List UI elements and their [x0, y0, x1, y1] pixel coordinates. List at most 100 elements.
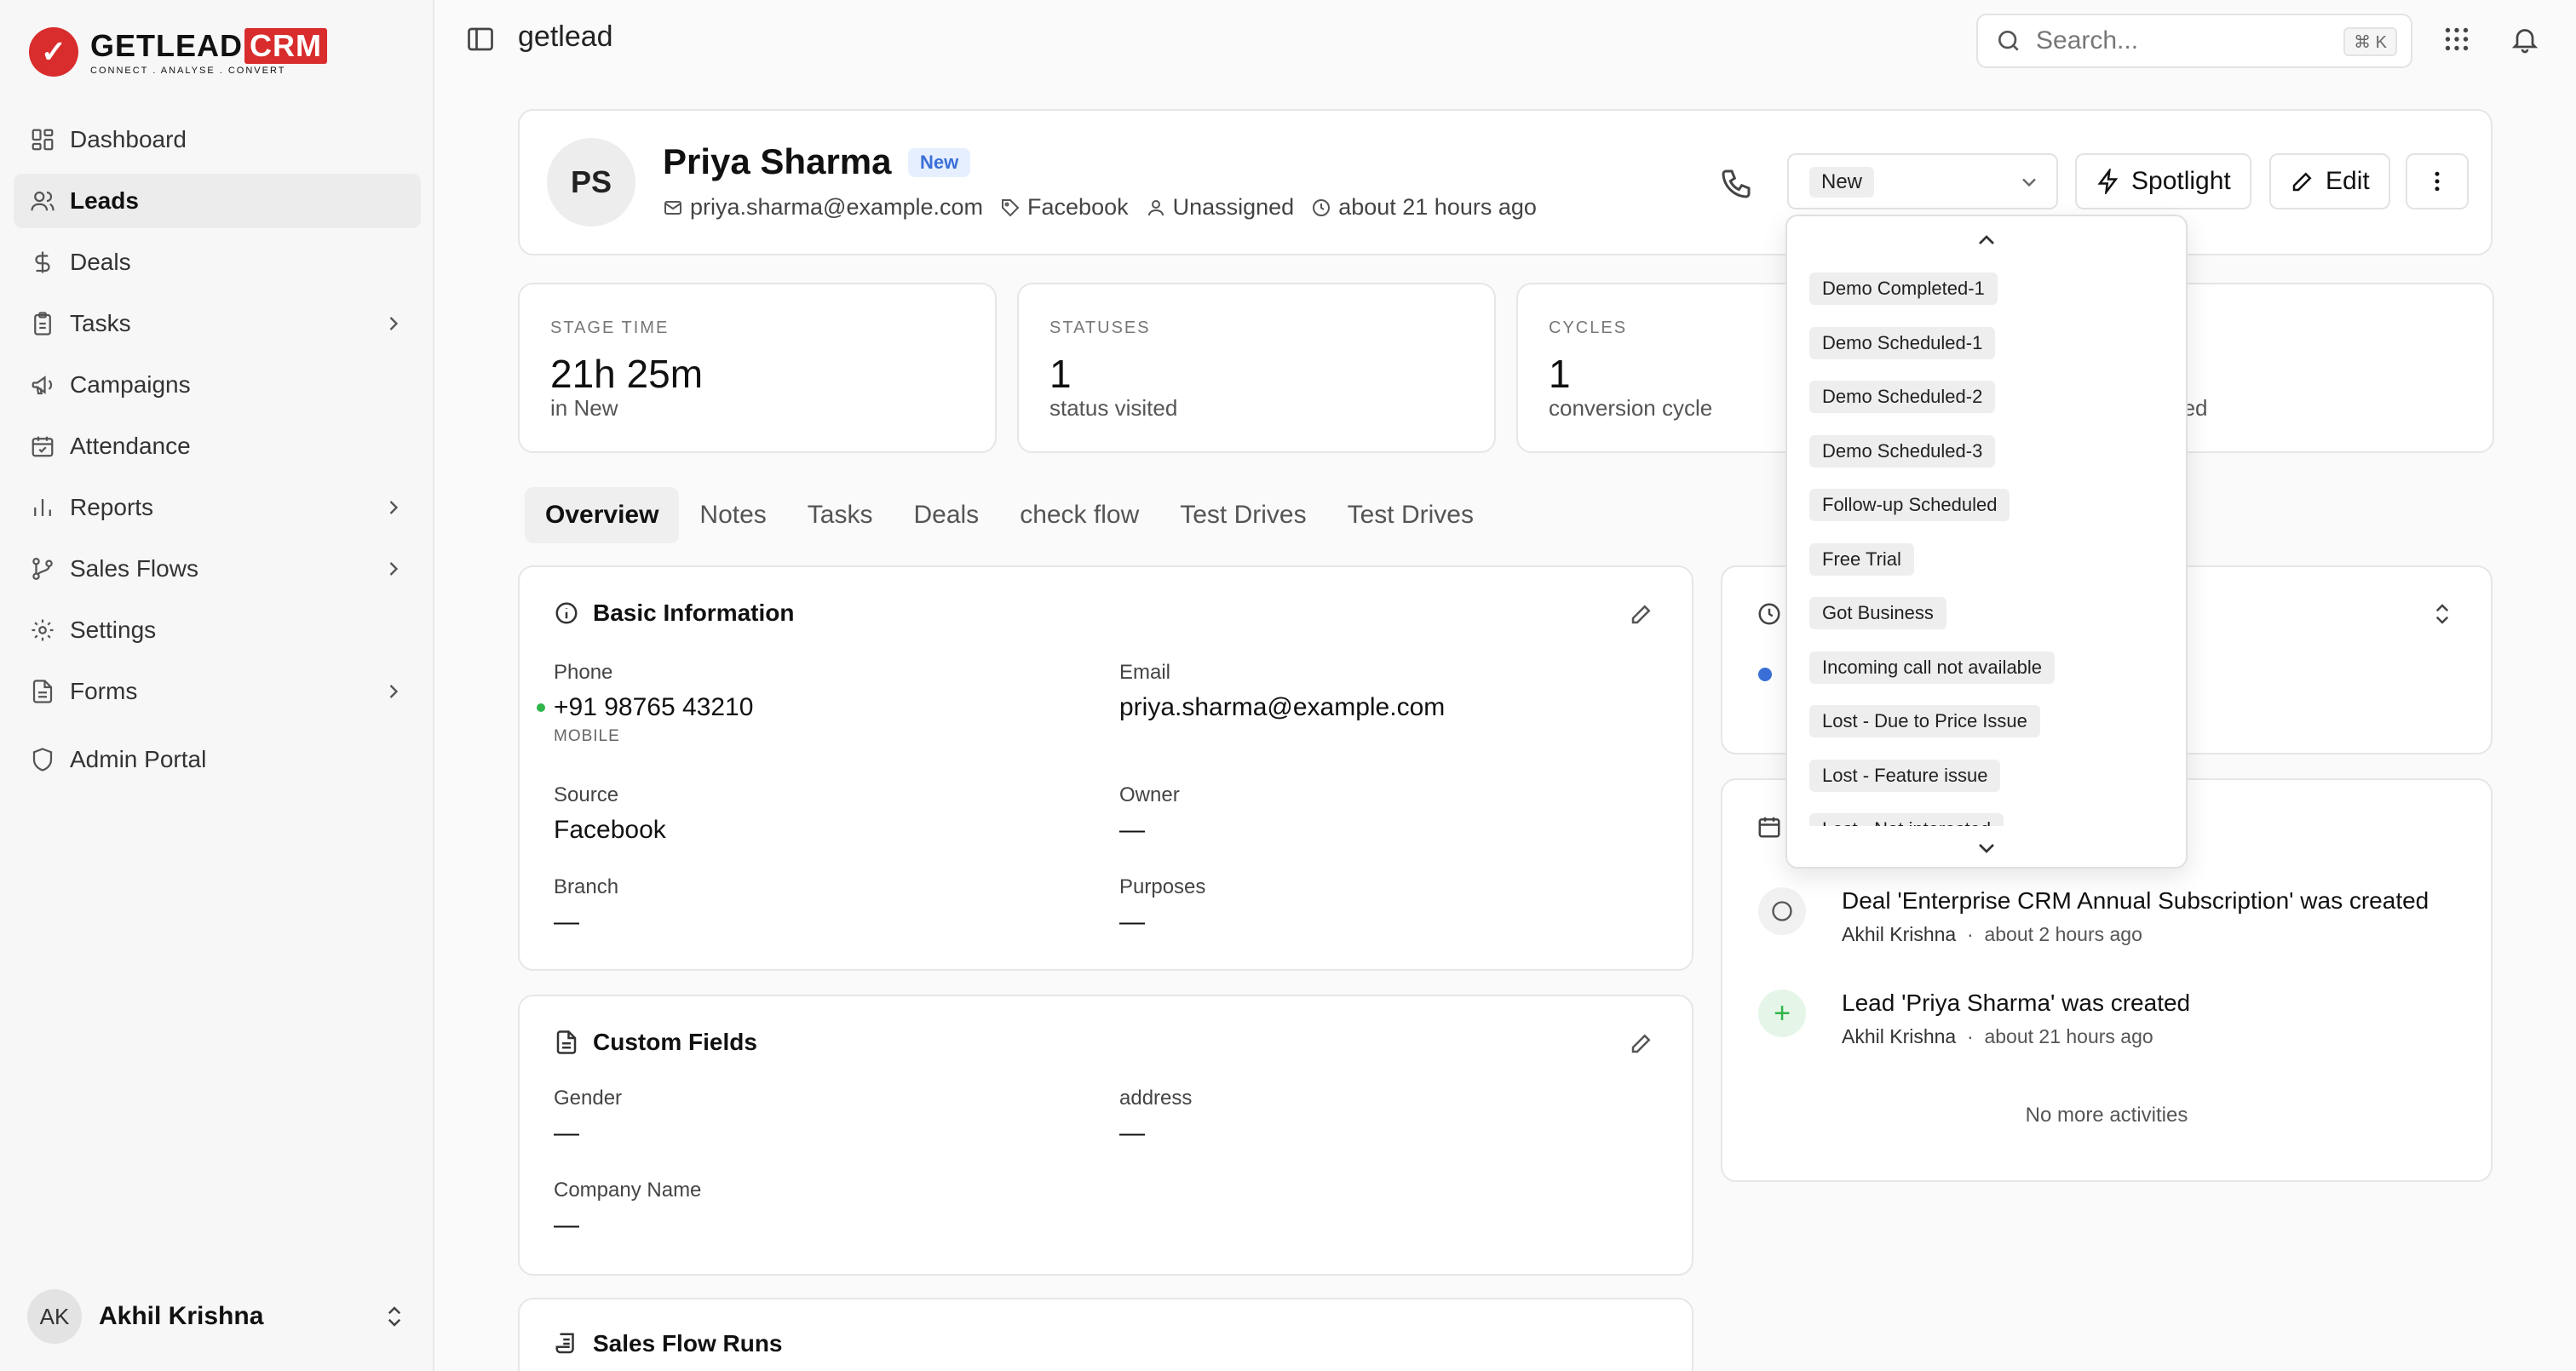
lead-email[interactable]: priya.sharma@example.com — [690, 194, 983, 221]
sidebar-item-label: Attendance — [70, 433, 191, 459]
sidebar-item-label: Leads — [70, 187, 139, 214]
tab-tasks[interactable]: Tasks — [787, 487, 894, 543]
status-select[interactable]: New — [1787, 153, 2058, 209]
user-icon — [1147, 199, 1164, 215]
sales-flow-runs-card: Sales Flow Runs — [518, 1298, 1693, 1371]
sidebar-item-sales-flows[interactable]: Sales Flows — [14, 542, 421, 596]
stat-sub: in New — [550, 395, 618, 421]
field-value: — — [554, 908, 579, 936]
chevron-down-icon[interactable] — [1973, 835, 2000, 862]
activity-title: Lead 'Priya Sharma' was created — [1842, 990, 2191, 1016]
field-value[interactable]: +91 98765 43210 — [554, 693, 753, 722]
page-title: getlead — [518, 20, 613, 53]
field-label: Email — [1119, 661, 1171, 684]
chevron-right-icon — [389, 501, 399, 514]
sidebar-item-label: Campaigns — [70, 371, 191, 398]
git-branch-icon — [29, 555, 56, 582]
sidebar-toggle-icon[interactable] — [465, 24, 496, 54]
avatar: AK — [27, 1289, 82, 1344]
phone-icon[interactable] — [1719, 167, 1753, 201]
status-option[interactable]: Demo Completed-1 — [1809, 272, 2176, 305]
basic-information-card: Basic Information Phone +91 98765 43210 … — [518, 565, 1693, 971]
sidebar-item-forms[interactable]: Forms — [14, 664, 421, 719]
shield-icon — [29, 746, 56, 773]
tab-check-flow[interactable]: check flow — [999, 487, 1159, 543]
apps-grid-icon[interactable] — [2441, 24, 2472, 54]
tab-test-drives-2[interactable]: Test Drives — [1327, 487, 1494, 543]
tab-overview[interactable]: Overview — [525, 487, 680, 543]
brand-logo[interactable]: ✓ GETLEAD CRM CONNECT . ANALYSE . CONVERT — [29, 27, 327, 77]
bar-chart-icon — [29, 494, 56, 521]
spotlight-label: Spotlight — [2131, 167, 2231, 195]
sidebar-item-leads[interactable]: Leads — [14, 174, 421, 228]
field-label: Purposes — [1119, 875, 1206, 898]
field-value[interactable]: priya.sharma@example.com — [1119, 693, 1445, 722]
timeline-dot — [1758, 668, 1772, 681]
field-value: — — [1119, 1119, 1145, 1147]
plus-icon: + — [1758, 990, 1806, 1037]
status-option[interactable]: Demo Scheduled-2 — [1809, 381, 2176, 413]
stat-value: 1 — [1049, 352, 1072, 396]
more-button[interactable] — [2406, 153, 2469, 209]
document-icon — [556, 1030, 577, 1054]
field-label: Source — [554, 783, 619, 806]
field-value: — — [1119, 816, 1145, 844]
search-icon — [1998, 31, 2019, 51]
user-menu[interactable]: AK Akhil Krishna — [27, 1288, 407, 1345]
shortcut-hint: ⌘ K — [2343, 27, 2397, 56]
stat-label: CYCLES — [1549, 318, 1628, 337]
stat-label: STATUSES — [1049, 318, 1151, 337]
status-option[interactable]: Lost - Feature issue — [1809, 759, 2176, 792]
sidebar-item-reports[interactable]: Reports — [14, 480, 421, 535]
sidebar-item-tasks[interactable]: Tasks — [14, 296, 421, 351]
field-owner: Owner — — [1119, 783, 1180, 845]
field-label: Phone — [554, 661, 613, 684]
zap-icon — [2097, 169, 2119, 194]
tab-notes[interactable]: Notes — [679, 487, 786, 543]
calendar-check-icon — [29, 433, 56, 460]
edit-pencil-icon[interactable] — [1629, 1030, 1654, 1056]
lead-meta: priya.sharma@example.com Facebook Unassi… — [663, 194, 1554, 221]
sidebar-item-campaigns[interactable]: Campaigns — [14, 358, 421, 412]
circle-icon — [1758, 887, 1806, 935]
status-option[interactable]: Follow-up Scheduled — [1809, 489, 2176, 521]
sidebar-item-dashboard[interactable]: Dashboard — [14, 112, 421, 167]
field-value: — — [1119, 908, 1145, 936]
sidebar-item-admin-portal[interactable]: Admin Portal — [14, 732, 421, 787]
sidebar-item-attendance[interactable]: Attendance — [14, 419, 421, 473]
sidebar-item-deals[interactable]: Deals — [14, 235, 421, 290]
online-dot — [537, 703, 545, 712]
field-sub: MOBILE — [554, 727, 620, 745]
lead-avatar: PS — [547, 138, 635, 227]
sidebar-nav: Dashboard Leads Deals Tasks Campaigns At… — [14, 112, 421, 794]
megaphone-icon — [29, 371, 56, 399]
mail-icon — [664, 200, 681, 215]
brand-name: GETLEAD — [90, 28, 244, 63]
status-option[interactable]: Demo Scheduled-1 — [1809, 326, 2176, 359]
users-icon — [29, 187, 56, 215]
status-option[interactable]: Free Trial — [1809, 542, 2176, 576]
lead-source: Facebook — [1027, 194, 1129, 220]
edit-pencil-icon[interactable] — [1629, 601, 1654, 627]
pencil-icon — [2292, 172, 2312, 192]
tab-test-drives[interactable]: Test Drives — [1159, 487, 1326, 543]
status-option[interactable]: Lost - Due to Price Issue — [1809, 705, 2176, 737]
status-option[interactable]: Incoming call not available — [1809, 651, 2176, 684]
chevrons-up-down-icon[interactable] — [2429, 601, 2455, 627]
status-option[interactable]: Demo Scheduled-3 — [1809, 434, 2176, 468]
bell-icon[interactable] — [2510, 24, 2540, 54]
field-source: Source Facebook — [554, 783, 666, 845]
lead-header: PS Priya Sharma New priya.sharma@example… — [518, 109, 2493, 255]
status-option[interactable]: Got Business — [1809, 597, 2176, 629]
sidebar-item-settings[interactable]: Settings — [14, 603, 421, 657]
chevron-up-icon[interactable] — [1973, 227, 2000, 254]
activity-meta: Akhil Krishna · about 2 hours ago — [1842, 923, 2142, 945]
brand-crm: CRM — [244, 28, 327, 64]
tab-deals[interactable]: Deals — [893, 487, 999, 543]
clock-icon — [1758, 603, 1780, 625]
edit-button[interactable]: Edit — [2269, 153, 2390, 209]
spotlight-button[interactable]: Spotlight — [2075, 153, 2251, 209]
search-input[interactable]: Search... ⌘ K — [1976, 14, 2412, 68]
sidebar: ✓ GETLEAD CRM CONNECT . ANALYSE . CONVERT… — [0, 0, 434, 1371]
status-option[interactable]: Lost - Not interested — [1809, 813, 2176, 826]
